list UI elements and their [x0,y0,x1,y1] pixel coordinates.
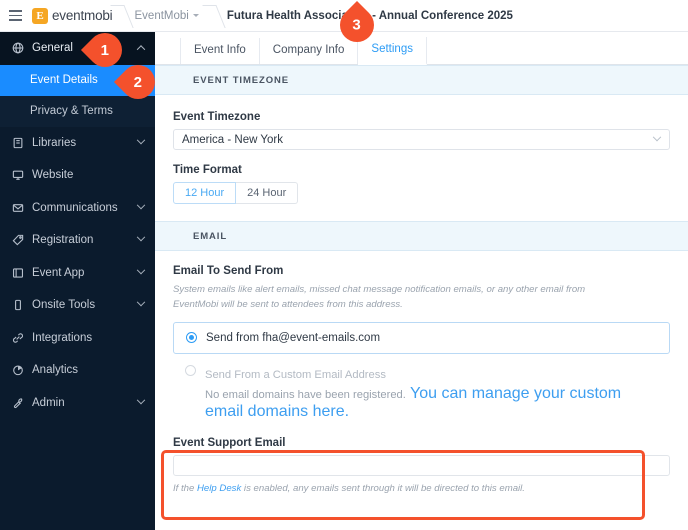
hamburger-icon[interactable] [0,0,30,32]
sidebar-item-event-app[interactable]: Event App [0,257,155,290]
eventmobi-logo[interactable]: E eventmobi [30,7,113,24]
sidebar-item-website[interactable]: Website [0,159,155,192]
tab-settings[interactable]: Settings [358,36,427,65]
app-window-icon [12,267,32,279]
time-format-option-24h[interactable]: 24 Hour [236,182,299,204]
email-to-send-from-helper: System emails like alert emails, missed … [173,284,586,310]
sidebar-item-label: Integrations [32,331,93,344]
envelope-icon [12,202,32,214]
sidebar: General Event Details Privacy & Terms Li… [0,32,155,530]
event-support-email-helper: If the Help Desk is enabled, any emails … [173,482,670,497]
sidebar-item-general[interactable]: General [0,32,155,65]
sidebar-item-admin[interactable]: Admin [0,387,155,420]
sidebar-item-label: Onsite Tools [32,299,96,312]
radio-option-custom-email: Send From a Custom Email Address No emai… [173,354,670,425]
radio-option-default-email[interactable]: Send from fha@event-emails.com [173,321,670,354]
app-root: E eventmobi EventMobi Futura Health Asso… [0,0,688,530]
time-format-segmented-control: 12 Hour 24 Hour [173,182,670,204]
email-to-send-from-label: Email To Send From [173,265,284,277]
sidebar-item-label: Communications [32,201,118,214]
helper-text-pre: If the [173,482,197,494]
time-format-option-12h[interactable]: 12 Hour [173,182,237,204]
help-desk-link[interactable]: Help Desk [197,483,241,494]
mobile-icon [12,299,32,311]
breadcrumb-separator-1 [113,0,129,32]
tag-icon [12,234,32,246]
custom-domain-note: No email domains have been registered. [205,388,406,401]
annotation-marker-1-label: 1 [100,41,110,59]
chevron-down-icon [652,132,662,141]
breadcrumb-org-label: EventMobi [134,9,189,22]
sidebar-subitem-label: Privacy & Terms [30,105,113,117]
chevron-down-icon[interactable] [133,265,149,276]
radio-selected-icon [186,332,197,344]
chevron-down-icon[interactable] [133,395,149,406]
event-timezone-value: America - New York [182,133,283,146]
eventmobi-logo-mark: E [32,7,48,24]
monitor-icon [12,169,32,181]
sidebar-item-label: Libraries [32,136,77,149]
sidebar-item-integrations[interactable]: Integrations [0,322,155,355]
tab-event-info[interactable]: Event Info [180,37,260,64]
chevron-down-icon[interactable] [133,200,149,211]
chevron-down-icon[interactable] [133,298,149,308]
sidebar-item-label: Analytics [32,364,79,377]
eventmobi-logo-text: eventmobi [52,8,113,23]
sidebar-item-communications[interactable]: Communications [0,192,155,225]
chevron-up-icon[interactable] [133,45,149,54]
radio-option-default-label: Send from fha@event-emails.com [206,331,381,344]
sidebar-item-registration[interactable]: Registration [0,224,155,257]
pie-chart-icon [12,364,32,376]
time-format-label: Time Format [173,164,242,176]
sidebar-item-onsite-tools[interactable]: Onsite Tools [0,289,155,322]
tab-company-info[interactable]: Company Info [260,37,359,64]
main-content: Event Info Company Info Settings EVENT T… [155,32,688,530]
sidebar-subitem-label: Event Details [30,74,98,86]
breadcrumb-org[interactable]: EventMobi [129,10,205,22]
book-icon [12,137,32,149]
globe-icon [12,42,32,54]
section-header-email: EMAIL [155,221,688,251]
event-timezone-label: Event Timezone [173,111,261,123]
section-header-event-timezone: EVENT TIMEZONE [155,65,688,95]
event-support-email-label: Event Support Email [173,436,286,449]
radio-option-custom-label: Send From a Custom Email Address [205,368,386,381]
link-icon [12,332,32,344]
wrench-icon [12,397,32,409]
event-timezone-select[interactable]: America - New York [173,129,670,150]
annotation-marker-2-label: 2 [133,73,143,91]
breadcrumb-separator-2 [205,0,221,32]
tab-bar: Event Info Company Info Settings [155,32,688,65]
sidebar-item-label: Event App [32,266,85,279]
annotation-marker-3-label: 3 [352,16,362,34]
sidebar-item-analytics[interactable]: Analytics [0,354,155,387]
sidebar-item-privacy-terms[interactable]: Privacy & Terms [0,95,155,127]
helper-text-post: is enabled, any emails sent through it w… [241,482,525,494]
sidebar-item-label: Registration [32,234,94,247]
sidebar-item-label: Website [32,169,74,182]
chevron-down-icon [192,14,199,17]
radio-unselected-icon [185,364,196,376]
chevron-down-icon[interactable] [133,233,149,243]
event-support-email-input[interactable] [173,454,670,476]
sidebar-item-libraries[interactable]: Libraries [0,127,155,160]
chevron-down-icon[interactable] [133,135,149,146]
sidebar-item-label: Admin [32,396,65,409]
